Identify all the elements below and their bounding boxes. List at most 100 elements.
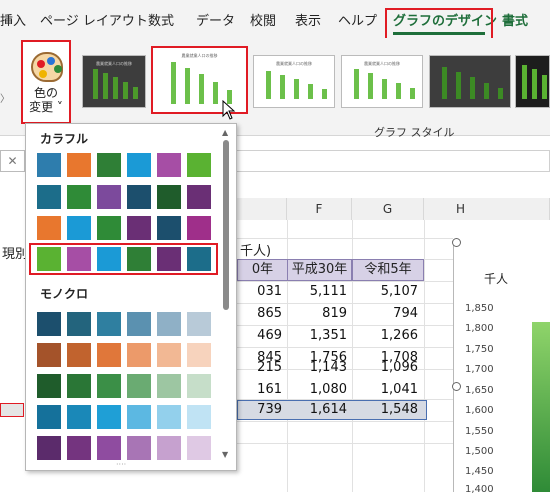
ribbon-collapsed-edge: 〉 — [0, 94, 10, 105]
color-swatch[interactable] — [37, 153, 61, 177]
cancel-entry-icon[interactable]: ✕ — [0, 150, 25, 172]
color-swatch[interactable] — [67, 405, 91, 429]
column-header-g[interactable]: G — [352, 198, 424, 220]
y-tick-label: 1,450 — [465, 466, 494, 477]
color-swatch[interactable] — [187, 153, 211, 177]
formula-bar[interactable] — [236, 150, 550, 172]
color-swatch[interactable] — [127, 216, 151, 240]
color-swatch[interactable] — [97, 216, 121, 240]
color-swatch[interactable] — [127, 374, 151, 398]
table-cell[interactable]: 1,143 — [287, 360, 347, 375]
chart-resize-handle[interactable] — [452, 238, 461, 247]
chart-style-thumb-3[interactable]: 農業就業人口の推移 — [253, 55, 335, 108]
color-swatch[interactable] — [187, 405, 211, 429]
color-swatch[interactable] — [67, 343, 91, 367]
color-swatch[interactable] — [67, 436, 91, 460]
change-colors-label-line2: 変更 ˅ — [29, 100, 63, 114]
color-swatch[interactable] — [157, 312, 181, 336]
chart-style-thumb-5[interactable] — [429, 55, 511, 108]
color-swatch[interactable] — [187, 185, 211, 209]
column-header-f[interactable]: F — [287, 198, 352, 220]
table-cell[interactable]: 794 — [352, 306, 418, 321]
color-swatch[interactable] — [187, 374, 211, 398]
row-header-marker — [0, 403, 24, 417]
color-swatch[interactable] — [37, 343, 61, 367]
tab-view[interactable]: 表示 — [295, 10, 321, 29]
chart-style-thumb-4[interactable]: 農業就業人口の推移 — [341, 55, 423, 108]
table-cell[interactable]: 031 — [237, 284, 282, 299]
table-header-cell[interactable]: 令和5年 — [352, 259, 424, 281]
color-swatch[interactable] — [67, 153, 91, 177]
table-cell[interactable]: 819 — [287, 306, 347, 321]
color-swatch[interactable] — [97, 312, 121, 336]
color-swatch[interactable] — [37, 185, 61, 209]
tab-page-layout[interactable]: ページ レイアウト — [40, 10, 148, 29]
tab-review[interactable]: 校閲 — [250, 10, 276, 29]
table-cell[interactable]: 1,080 — [287, 382, 347, 397]
color-swatch[interactable] — [67, 185, 91, 209]
color-swatch[interactable] — [157, 343, 181, 367]
color-swatch[interactable] — [157, 374, 181, 398]
color-swatch[interactable] — [97, 436, 121, 460]
table-cell[interactable]: 1,548 — [352, 402, 418, 417]
color-swatch[interactable] — [187, 343, 211, 367]
color-swatch[interactable] — [127, 405, 151, 429]
color-swatch[interactable] — [97, 153, 121, 177]
color-swatch[interactable] — [37, 216, 61, 240]
color-swatch[interactable] — [127, 436, 151, 460]
tab-formulas[interactable]: 数式 — [148, 10, 174, 29]
color-swatch[interactable] — [187, 436, 211, 460]
color-swatch[interactable] — [67, 216, 91, 240]
color-swatch[interactable] — [67, 374, 91, 398]
table-header-cell[interactable]: 平成30年 — [287, 259, 352, 281]
tab-insert[interactable]: 挿入 — [0, 10, 26, 29]
table-cell[interactable]: 215 — [237, 360, 282, 375]
color-swatch[interactable] — [187, 312, 211, 336]
color-swatch[interactable] — [157, 216, 181, 240]
color-swatch[interactable] — [37, 374, 61, 398]
color-swatch[interactable] — [157, 185, 181, 209]
table-cell[interactable]: 161 — [237, 382, 282, 397]
color-swatch[interactable] — [127, 343, 151, 367]
table-cell[interactable]: 1,351 — [287, 328, 347, 343]
color-swatch[interactable] — [157, 436, 181, 460]
scroll-up-icon[interactable]: ▲ — [222, 128, 228, 137]
chart-style-thumb-6[interactable] — [515, 55, 550, 108]
chart-style-thumb-1[interactable]: 農業就業人口の推移 — [82, 55, 146, 108]
color-swatch[interactable] — [187, 216, 211, 240]
color-swatch[interactable] — [127, 312, 151, 336]
color-swatch[interactable] — [97, 405, 121, 429]
scroll-down-icon[interactable]: ▼ — [222, 450, 228, 459]
table-cell[interactable]: 1,041 — [352, 382, 418, 397]
tab-format[interactable]: 書式 — [502, 10, 528, 29]
table-cell[interactable]: 469 — [237, 328, 282, 343]
table-cell[interactable]: 5,107 — [352, 284, 418, 299]
tab-help[interactable]: ヘルプ — [338, 10, 377, 29]
color-swatch[interactable] — [37, 312, 61, 336]
scrollbar-thumb[interactable] — [223, 140, 229, 310]
table-header-cell[interactable]: 0年 — [237, 259, 287, 281]
table-cell[interactable]: 1,266 — [352, 328, 418, 343]
color-swatch[interactable] — [157, 405, 181, 429]
color-swatch[interactable] — [67, 312, 91, 336]
column-header-h[interactable]: H — [424, 198, 550, 220]
color-swatch[interactable] — [127, 185, 151, 209]
color-swatch[interactable] — [97, 374, 121, 398]
table-cell[interactable]: 5,111 — [287, 284, 347, 299]
table-cell[interactable]: 1,614 — [287, 402, 347, 417]
chart-resize-handle[interactable] — [452, 382, 461, 391]
color-swatch[interactable] — [37, 405, 61, 429]
resize-grip-icon[interactable]: ···· — [116, 460, 126, 469]
table-cell[interactable]: 865 — [237, 306, 282, 321]
color-swatch[interactable] — [97, 185, 121, 209]
tab-data[interactable]: データ — [196, 10, 235, 29]
tab-highlight-box — [385, 8, 493, 42]
color-swatch[interactable] — [127, 153, 151, 177]
color-swatch[interactable] — [37, 436, 61, 460]
table-cell[interactable]: 1,096 — [352, 360, 418, 375]
table-cell[interactable]: 739 — [237, 402, 282, 417]
y-tick-label: 1,650 — [465, 385, 494, 396]
column-header-e[interactable] — [237, 198, 287, 220]
color-swatch[interactable] — [157, 153, 181, 177]
color-swatch[interactable] — [97, 343, 121, 367]
